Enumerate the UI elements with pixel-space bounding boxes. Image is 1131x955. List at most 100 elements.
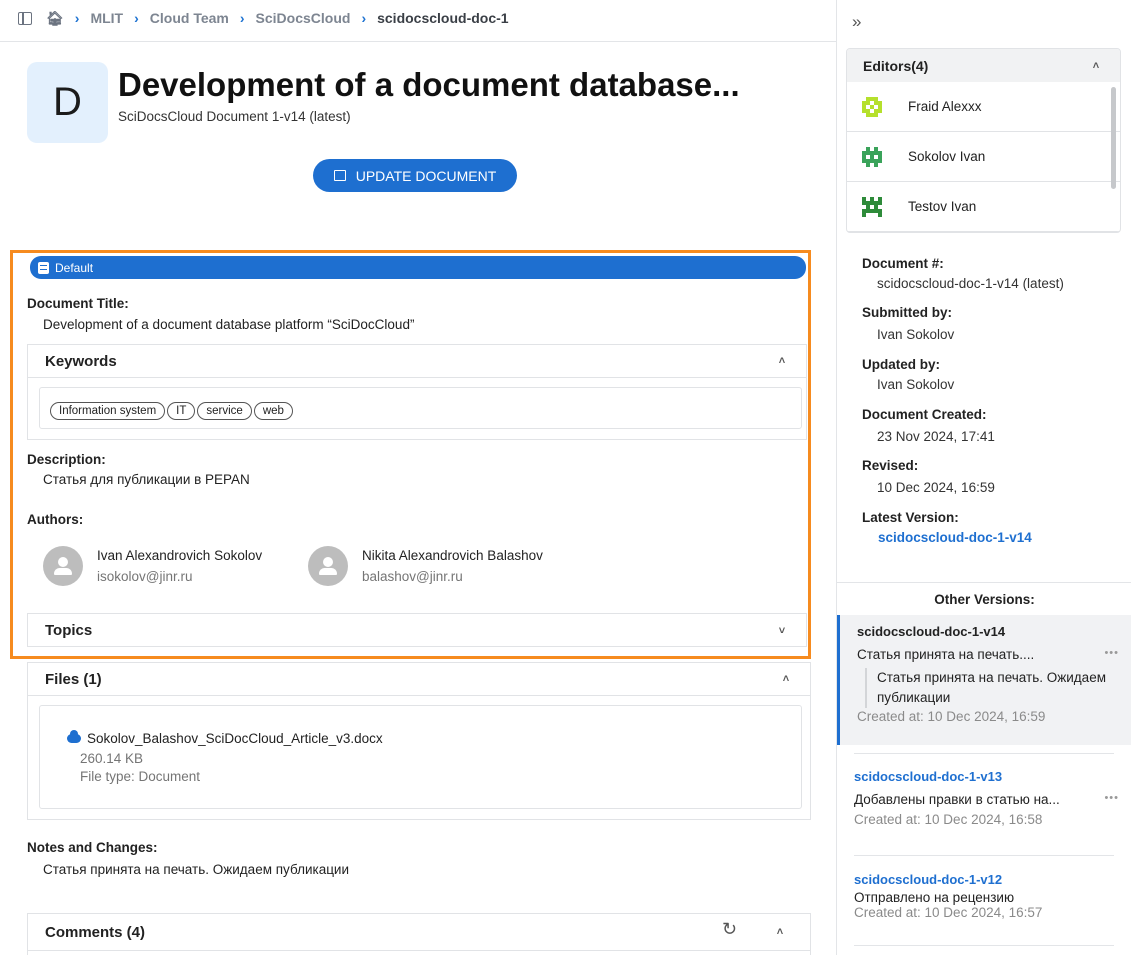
identicon-icon [862, 146, 882, 167]
file-card[interactable] [39, 705, 802, 809]
version-title[interactable]: scidocscloud-doc-1-v13 [854, 769, 1131, 784]
home-icon[interactable]: 🏠︎ [46, 10, 64, 27]
keywords-header[interactable]: Keywords ˄ [28, 345, 806, 378]
right-sidebar: » Editors(4) ˄ Fraid Alexxx Sokolov Ivan… [836, 0, 1131, 955]
version-item-v13[interactable]: scidocscloud-doc-1-v13 Добавлены правки … [837, 769, 1131, 827]
document-avatar: D [27, 62, 108, 143]
topics-section: Topics ˅ [27, 613, 807, 647]
version-created: Created at: 10 Dec 2024, 16:57 [854, 905, 1043, 920]
breadcrumb-separator: › [239, 10, 245, 26]
sidebar-divider [837, 582, 1131, 583]
version-note-text: Добавлены правки в статью на... [854, 792, 1060, 807]
identicon-icon [862, 196, 882, 217]
update-document-button[interactable]: UPDATE DOCUMENT [313, 159, 517, 192]
files-title: Files (1) [45, 670, 102, 688]
version-note: Статья принята на печать.... ••• [857, 647, 1131, 662]
file-size: 260.14 KB [80, 751, 144, 766]
editor-name: Sokolov Ivan [908, 149, 986, 164]
files-header[interactable]: Files (1) ˄ [28, 663, 810, 696]
author-email: balashov@jinr.ru [362, 569, 463, 584]
topics-title: Topics [45, 622, 93, 639]
chevron-up-icon[interactable]: ˄ [775, 354, 789, 368]
comments-section: Comments (4) ˄ [27, 913, 811, 955]
breadcrumb: 🏠︎ › MLIT › Cloud Team › SciDocsCloud › … [18, 8, 509, 28]
file-name-text: Sokolov_Balashov_SciDocCloud_Article_v3.… [87, 731, 383, 746]
description-label: Description: [27, 452, 106, 467]
document-created-value: 23 Nov 2024, 17:41 [877, 429, 995, 444]
editor-item[interactable]: Sokolov Ivan [847, 132, 1120, 182]
more-icon[interactable]: ••• [1104, 792, 1119, 807]
editors-scrollbar[interactable] [1111, 87, 1116, 189]
description-value: Статья для публикации в PEPAN [43, 472, 250, 487]
file-type: File type: Document [80, 769, 201, 784]
revised-value: 10 Dec 2024, 16:59 [877, 480, 995, 495]
author-email: isokolov@jinr.ru [97, 569, 193, 584]
version-note-text: Отправлено на рецензию [854, 890, 1015, 905]
editors-header[interactable]: Editors(4) ˄ [847, 49, 1120, 82]
keyword-chip: web [253, 402, 293, 420]
refresh-icon[interactable]: ↻ [722, 919, 737, 940]
other-versions-title: Other Versions: [934, 592, 1035, 607]
document-created-label: Document Created: [862, 407, 987, 422]
latest-version-link[interactable]: scidocscloud-doc-1-v14 [878, 530, 1032, 545]
main-content: 🏠︎ › MLIT › Cloud Team › SciDocsCloud › … [0, 0, 836, 955]
breadcrumb-item-mlit[interactable]: MLIT [90, 10, 123, 26]
chevron-up-icon[interactable]: ˄ [773, 925, 787, 939]
editors-panel: Editors(4) ˄ Fraid Alexxx Sokolov Ivan T… [846, 48, 1121, 233]
updated-by-value: Ivan Sokolov [877, 377, 955, 392]
keyword-chip: service [197, 402, 252, 420]
keywords-title: Keywords [45, 352, 117, 370]
version-title[interactable]: scidocscloud-doc-1-v14 [857, 624, 1131, 639]
default-badge-label: Default [55, 260, 94, 275]
keywords-box: Information system IT service web [39, 387, 802, 429]
editor-item[interactable]: Testov Ivan [847, 182, 1120, 232]
breadcrumb-item-scidocscloud[interactable]: SciDocsCloud [256, 10, 351, 26]
document-subtitle: SciDocsCloud Document 1-v14 (latest) [118, 109, 351, 124]
default-badge: Default [30, 256, 806, 279]
version-divider [854, 753, 1114, 754]
version-divider [854, 855, 1114, 856]
edit-document-icon [333, 170, 346, 181]
topics-header[interactable]: Topics ˅ [28, 614, 806, 647]
update-document-label: UPDATE DOCUMENT [355, 167, 497, 184]
comments-title: Comments (4) [45, 923, 146, 941]
editor-name: Fraid Alexxx [908, 99, 982, 114]
more-icon[interactable]: ••• [1104, 647, 1119, 662]
file-name[interactable]: Sokolov_Balashov_SciDocCloud_Article_v3.… [67, 730, 383, 746]
latest-version-label: Latest Version: [862, 510, 959, 525]
comments-header[interactable]: Comments (4) ˄ [28, 914, 810, 951]
breadcrumb-item-cloud-team[interactable]: Cloud Team [150, 10, 229, 26]
version-note: Добавлены правки в статью на... ••• [854, 792, 1131, 807]
document-title-label: Document Title: [27, 296, 129, 311]
keyword-chip: IT [167, 402, 196, 420]
document-icon [38, 261, 49, 274]
revised-label: Revised: [862, 458, 919, 473]
version-quote: Статья принята на печать. Ожидаем публик… [865, 668, 1131, 708]
chevron-up-icon[interactable]: ˄ [1089, 59, 1103, 73]
submitted-by-label: Submitted by: [862, 305, 952, 320]
chevron-down-icon[interactable]: ˅ [775, 624, 789, 638]
document-title-value: Development of a document database platf… [43, 317, 415, 332]
notes-value: Статья принята на печать. Ожидаем публик… [43, 862, 350, 877]
version-created: Created at: 10 Dec 2024, 16:58 [854, 812, 1043, 827]
version-item-v12[interactable]: scidocscloud-doc-1-v12 Отправлено на рец… [837, 872, 1131, 920]
header-divider [0, 41, 836, 42]
cloud-upload-icon [67, 730, 81, 743]
sidebar-toggle-icon[interactable] [18, 11, 32, 25]
version-created: Created at: 10 Dec 2024, 16:59 [857, 709, 1046, 724]
author-info: Ivan Alexandrovich Sokolov isokolov@jinr… [97, 548, 262, 584]
breadcrumb-current: scidocscloud-doc-1 [377, 10, 509, 26]
chevron-up-icon[interactable]: ˄ [779, 672, 793, 686]
version-note-text: Статья принята на печать.... [857, 647, 1035, 662]
editors-title: Editors(4) [863, 57, 929, 74]
editor-item[interactable]: Fraid Alexxx [847, 82, 1120, 132]
version-title[interactable]: scidocscloud-doc-1-v12 [854, 872, 1131, 887]
double-chevron-right-icon[interactable]: » [852, 12, 861, 32]
document-number-value: scidocscloud-doc-1-v14 (latest) [877, 276, 1064, 291]
person-icon [308, 546, 348, 586]
updated-by-label: Updated by: [862, 357, 941, 372]
page-title: Development of a document database... [118, 66, 740, 103]
version-divider [854, 945, 1114, 946]
breadcrumb-separator: › [134, 10, 139, 26]
version-item-v14[interactable]: scidocscloud-doc-1-v14 Статья принята на… [837, 615, 1131, 745]
